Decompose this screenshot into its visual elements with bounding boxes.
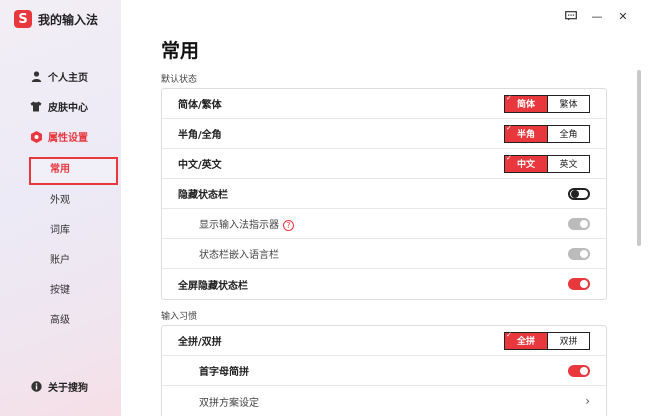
setting-row-chinese-english: 中文/英文 中文 英文 (162, 149, 606, 179)
setting-label: 中文/英文 (178, 160, 222, 171)
setting-label: 双拼方案设定 (199, 397, 259, 409)
nav-item-settings[interactable]: 属性设置 (30, 129, 88, 144)
hide-status-bar-toggle[interactable] (568, 187, 590, 200)
app-title: 我的输入法 (38, 12, 99, 27)
nav-item-skin[interactable]: 皮肤中心 (30, 99, 88, 114)
close-button[interactable]: ✕ (610, 8, 636, 24)
segmented-control: 全拼 双拼 (504, 331, 590, 350)
setting-label: 半角/全角 (178, 130, 222, 141)
help-icon[interactable]: ? (283, 219, 294, 231)
segment-option-full-pinyin[interactable]: 全拼 (505, 331, 547, 349)
section-title-default-state: 默认状态 (161, 75, 198, 85)
setting-row-fullscreen-hide: 全屏隐藏状态栏 (162, 269, 606, 299)
nav-item-label: 皮肤中心 (48, 103, 88, 114)
setting-label: 简体/繁体 (178, 100, 222, 111)
initial-abbrev-toggle[interactable] (568, 364, 590, 377)
window-controls: — ✕ (558, 8, 636, 24)
selection-highlight (29, 157, 118, 185)
chat-icon (565, 11, 577, 21)
info-icon (30, 381, 42, 393)
sub-item-common[interactable]: 常用 (50, 160, 70, 175)
sub-item-account[interactable]: 账户 (50, 251, 70, 266)
segmented-control: 简体 繁体 (504, 94, 590, 113)
segment-option-full[interactable]: 全角 (547, 125, 589, 142)
segmented-control: 半角 全角 (504, 124, 590, 143)
setting-label: 首字母简拼 (199, 367, 249, 378)
section-title-input-habits: 输入习惯 (161, 312, 198, 322)
minimize-button[interactable]: — (584, 8, 610, 24)
sogou-logo-icon: S (14, 10, 32, 28)
scrollbar-thumb[interactable] (637, 70, 641, 246)
main-panel: — ✕ 常用 默认状态 简体/繁体 简体 繁体 半角/全角 半角 全角 中文/英… (121, 0, 650, 416)
setting-row-double-pinyin-scheme[interactable]: 双拼方案设定 › (162, 386, 606, 416)
segment-option-chinese[interactable]: 中文 (505, 154, 547, 172)
nav-item-label: 属性设置 (48, 133, 88, 144)
segment-option-english[interactable]: 英文 (547, 155, 589, 172)
settings-hex-icon (30, 130, 42, 143)
setting-row-hide-status-bar: 隐藏状态栏 (162, 179, 606, 209)
setting-row-initial-abbrev: 首字母简拼 (162, 356, 606, 386)
setting-label: 全拼/双拼 (178, 337, 222, 348)
segment-option-half[interactable]: 半角 (505, 124, 547, 142)
feedback-button[interactable] (558, 8, 584, 24)
sub-item-advanced[interactable]: 高级 (50, 311, 70, 326)
nav-item-label: 个人主页 (48, 73, 88, 84)
nav-item-label: 关于搜狗 (48, 383, 88, 394)
app-logo: S 我的输入法 (14, 10, 98, 28)
segment-option-double-pinyin[interactable]: 双拼 (547, 332, 589, 349)
setting-row-embed-language-bar: 状态栏嵌入语言栏 (162, 239, 606, 269)
input-habits-card: 全拼/双拼 全拼 双拼 首字母简拼 双拼方案设定 › (161, 325, 607, 416)
setting-row-half-full-width: 半角/全角 半角 全角 (162, 119, 606, 149)
segment-option-traditional[interactable]: 繁体 (547, 95, 589, 112)
setting-row-show-indicator: 显示输入法指示器? (162, 209, 606, 239)
sub-item-dictionary[interactable]: 词库 (50, 221, 70, 236)
shirt-icon (30, 101, 42, 113)
setting-row-full-double-pinyin: 全拼/双拼 全拼 双拼 (162, 326, 606, 356)
setting-row-simplified-traditional: 简体/繁体 简体 繁体 (162, 89, 606, 119)
nav-item-about[interactable]: 关于搜狗 (30, 379, 88, 394)
show-indicator-toggle[interactable] (568, 217, 590, 230)
setting-label: 状态栏嵌入语言栏 (199, 250, 279, 261)
default-state-card: 简体/繁体 简体 繁体 半角/全角 半角 全角 中文/英文 中文 英文 隐藏状态… (161, 88, 607, 300)
setting-label: 隐藏状态栏 (178, 190, 228, 201)
embed-language-bar-toggle[interactable] (568, 247, 590, 260)
chevron-right-icon: › (585, 394, 590, 408)
person-icon (30, 71, 42, 83)
page-title: 常用 (161, 40, 200, 62)
setting-label: 显示输入法指示器? (178, 216, 294, 231)
sub-item-appearance[interactable]: 外观 (50, 191, 70, 206)
fullscreen-hide-toggle[interactable] (568, 278, 590, 290)
nav-item-profile[interactable]: 个人主页 (30, 69, 88, 84)
sidebar: S 我的输入法 个人主页 皮肤中心 属性设置 常用 外观 词库 账户 按键 高级… (0, 0, 121, 416)
setting-label: 全屏隐藏状态栏 (178, 280, 248, 292)
segmented-control: 中文 英文 (504, 154, 590, 173)
sub-item-keys[interactable]: 按键 (50, 281, 70, 296)
segment-option-simplified[interactable]: 简体 (505, 94, 547, 112)
